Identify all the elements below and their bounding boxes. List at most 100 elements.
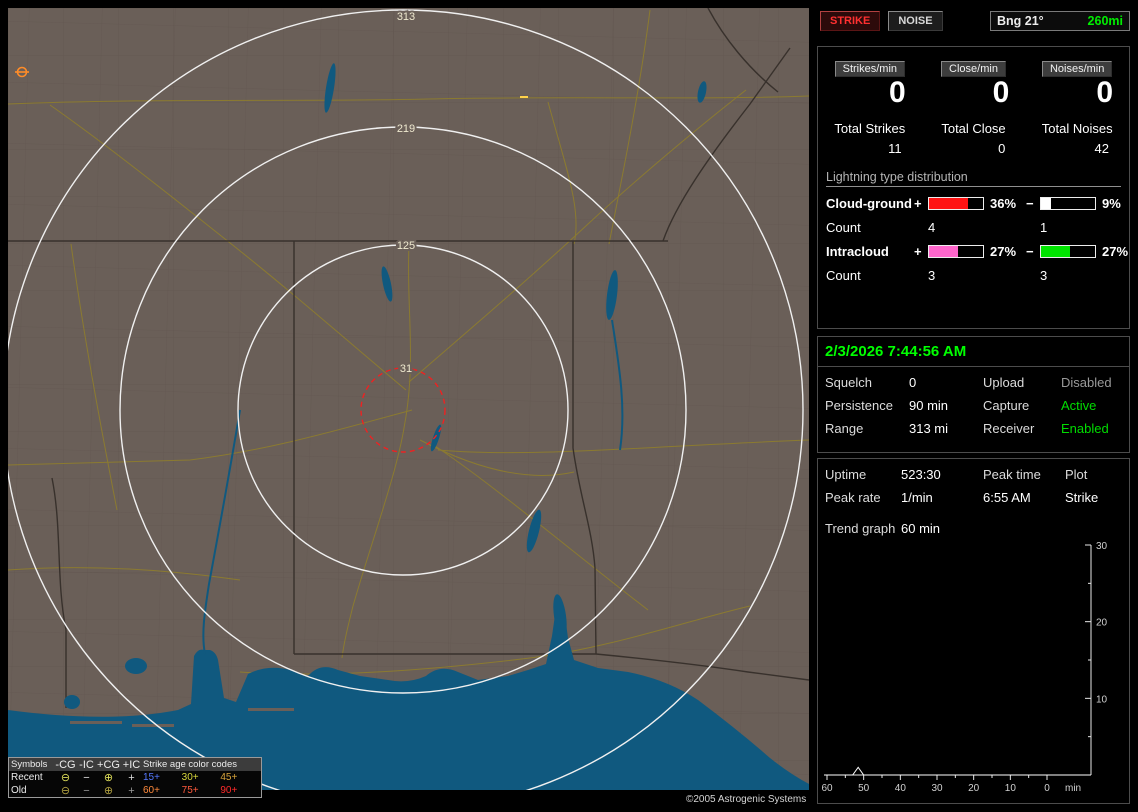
bearing-value: Bng 21° bbox=[997, 14, 1044, 28]
close-per-min-button[interactable]: Close/min bbox=[941, 61, 1006, 77]
legend-col-ncg: -CG bbox=[55, 758, 76, 771]
intracloud-row: Intracloud + 27% − 27% bbox=[818, 244, 1129, 259]
upload-label: Upload bbox=[983, 375, 1025, 390]
ic-minus-icon-old: − bbox=[83, 784, 90, 797]
close-per-min-value: 0 bbox=[992, 76, 1010, 109]
ic-positive-count: 3 bbox=[928, 268, 936, 283]
bearing-display: Bng 21° 260mi bbox=[990, 11, 1130, 31]
y-tick-label: 20 bbox=[1096, 618, 1108, 629]
uptime-value: 523:30 bbox=[901, 467, 941, 482]
age-15: 15+ bbox=[143, 771, 160, 783]
range-ring-label-31: 31 bbox=[400, 363, 412, 375]
trend-series bbox=[824, 766, 1091, 776]
range-ring-label-125: 125 bbox=[397, 240, 415, 252]
uptime-label: Uptime bbox=[825, 467, 867, 482]
session-panel: Uptime 523:30 Peak time Plot Peak rate 1… bbox=[817, 458, 1130, 804]
status-row-3: Range 313 mi Receiver Enabled bbox=[818, 421, 1129, 436]
total-strikes-label: Total Strikes bbox=[834, 121, 906, 136]
peak-time-label: Peak time bbox=[983, 467, 1041, 482]
status-row-1: Squelch 0 Upload Disabled bbox=[818, 375, 1129, 390]
rate-counters: Strikes/min 0 Total Strikes 11 Close/min… bbox=[818, 61, 1129, 156]
legend-age-title: Strike age color codes bbox=[143, 758, 237, 770]
ic-count-label: Count bbox=[826, 268, 861, 283]
ic-positive-bar-fill bbox=[929, 246, 959, 257]
strike-button[interactable]: STRIKE bbox=[820, 11, 881, 31]
strikes-per-min-button[interactable]: Strikes/min bbox=[834, 61, 906, 77]
cg-plus-icon-old: ⊕ bbox=[103, 784, 114, 797]
legend-col-nic: -IC bbox=[79, 758, 94, 771]
cg-count-label: Count bbox=[826, 220, 861, 235]
range-label: Range bbox=[825, 421, 864, 436]
trend-graph-value: 60 min bbox=[901, 521, 941, 536]
cg-minus-icon-old: ⊖ bbox=[60, 784, 71, 797]
receiver-label: Receiver bbox=[983, 421, 1035, 436]
total-noises-label: Total Noises bbox=[1041, 121, 1113, 136]
plot-value: Strike bbox=[1065, 490, 1099, 505]
plus-sign-ic: + bbox=[914, 244, 922, 259]
intracloud-label: Intracloud bbox=[826, 244, 889, 259]
total-close-label: Total Close bbox=[941, 121, 1006, 136]
range-ring-label-313: 313 bbox=[397, 11, 415, 23]
status-row-2: Persistence 90 min Capture Active bbox=[818, 398, 1129, 413]
cg-minus-icon: ⊖ bbox=[60, 771, 71, 784]
x-tick-label: 60 bbox=[821, 783, 833, 794]
map-canvas: 313 219 125 31 bbox=[8, 8, 809, 790]
range-ring-label-219: 219 bbox=[397, 123, 415, 135]
x-tick-label: 0 bbox=[1044, 783, 1050, 794]
total-noises-value: 42 bbox=[1094, 141, 1110, 156]
age-60: 60+ bbox=[143, 784, 160, 796]
peak-rate-value: 1/min bbox=[901, 490, 933, 505]
upload-value: Disabled bbox=[1061, 375, 1112, 390]
persistence-label: Persistence bbox=[825, 398, 893, 413]
x-tick-label: 10 bbox=[1005, 783, 1017, 794]
plus-sign: + bbox=[914, 196, 922, 211]
noises-per-min-button[interactable]: Noises/min bbox=[1041, 61, 1113, 77]
x-tick-label: 30 bbox=[931, 783, 943, 794]
cloud-ground-count-row: Count 4 1 bbox=[818, 220, 1129, 235]
x-tick-label: 50 bbox=[858, 783, 870, 794]
lightning-distribution-title: Lightning type distribution bbox=[826, 170, 1121, 187]
noise-button[interactable]: NOISE bbox=[888, 11, 943, 31]
recent-age-codes: 15+ 30+ 45+ bbox=[143, 772, 259, 784]
trend-graph-label: Trend graph bbox=[825, 521, 896, 536]
cg-plus-icon: ⊕ bbox=[103, 771, 114, 784]
ic-plus-icon-old: + bbox=[128, 784, 135, 797]
range-value: 313 mi bbox=[909, 421, 949, 436]
application-window: 313 219 125 31 Symbols -CG -IC +CG +IC S… bbox=[0, 0, 1138, 812]
cloud-ground-row: Cloud-ground + 36% − 9% bbox=[818, 196, 1129, 211]
plot-label: Plot bbox=[1065, 467, 1088, 482]
x-tick-label: 40 bbox=[895, 783, 907, 794]
session-row-1: Uptime 523:30 Peak time Plot bbox=[818, 467, 1129, 482]
legend-old-label: Old bbox=[11, 784, 27, 796]
minus-sign: − bbox=[1026, 196, 1034, 211]
close-column: Close/min 0 Total Close 0 bbox=[922, 61, 1026, 156]
ic-positive-pct: 27% bbox=[990, 244, 1017, 259]
sidebar: STRIKE NOISE Bng 21° 260mi Strikes/min 0… bbox=[817, 0, 1130, 812]
y-tick-label: 30 bbox=[1096, 541, 1108, 552]
cg-negative-count: 1 bbox=[1040, 220, 1048, 235]
cg-negative-pct: 9% bbox=[1102, 196, 1121, 211]
legend-col-pcg: +CG bbox=[97, 758, 120, 771]
y-tick-label: 10 bbox=[1096, 694, 1108, 705]
total-strikes-value: 11 bbox=[888, 141, 902, 156]
status-panel: 2/3/2026 7:44:56 AM Squelch 0 Upload Dis… bbox=[817, 336, 1130, 453]
trend-graph: 60 50 40 30 20 10 0 min 30 20 10 bbox=[821, 541, 1108, 794]
ic-negative-bar bbox=[1040, 245, 1096, 258]
noises-column: Noises/min 0 Total Noises 42 bbox=[1025, 61, 1129, 156]
map-view[interactable]: 313 219 125 31 bbox=[8, 8, 809, 790]
counters-panel: Strikes/min 0 Total Strikes 11 Close/min… bbox=[817, 46, 1130, 329]
capture-label: Capture bbox=[983, 398, 1030, 413]
age-90: 90+ bbox=[220, 784, 238, 796]
peak-time-value: 6:55 AM bbox=[983, 490, 1031, 505]
squelch-label: Squelch bbox=[825, 375, 872, 390]
receiver-value: Enabled bbox=[1061, 421, 1109, 436]
strikes-column: Strikes/min 0 Total Strikes 11 bbox=[818, 61, 922, 156]
cg-positive-bar bbox=[928, 197, 984, 210]
ic-negative-count: 3 bbox=[1040, 268, 1048, 283]
persistence-value: 90 min bbox=[909, 398, 949, 413]
x-tick-label: 20 bbox=[968, 783, 980, 794]
cloud-ground-label: Cloud-ground bbox=[826, 196, 912, 211]
ic-negative-pct: 27% bbox=[1102, 244, 1129, 259]
cg-positive-count: 4 bbox=[928, 220, 936, 235]
datetime-display: 2/3/2026 7:44:56 AM bbox=[825, 343, 967, 360]
